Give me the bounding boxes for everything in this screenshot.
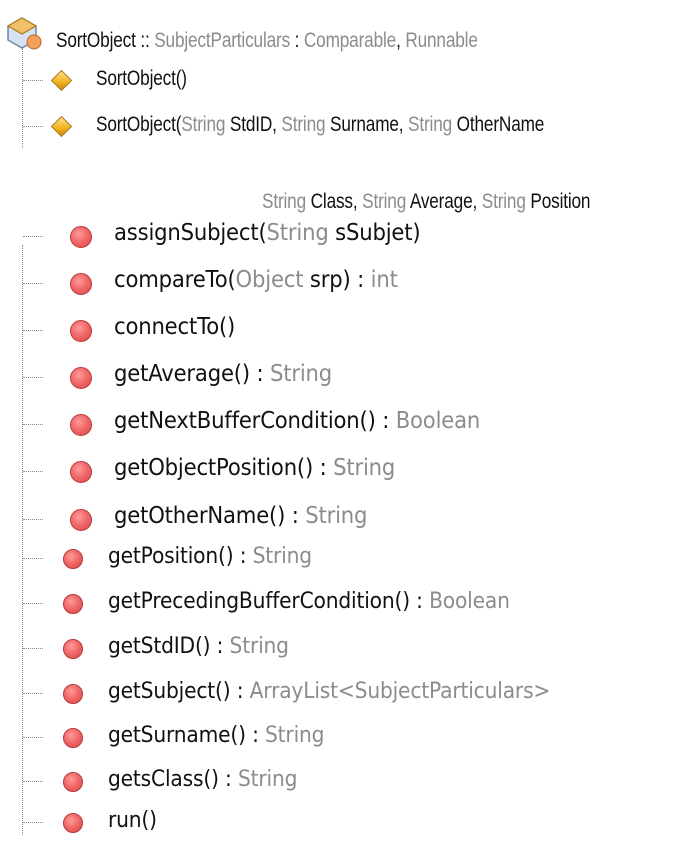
- method-circle-icon: [70, 461, 92, 483]
- tree-connector: [23, 737, 43, 738]
- tree-connector: [23, 283, 43, 284]
- method-signature: getOtherName() : String: [114, 503, 368, 529]
- method-signature: getSurname() : String: [108, 723, 325, 748]
- tree-connector: [23, 693, 43, 694]
- param-name: Average: [409, 190, 473, 213]
- method-circle-icon: [63, 728, 83, 748]
- method-node[interactable]: getSubject() : ArrayList<SubjectParticul…: [0, 673, 700, 713]
- method-node[interactable]: getsClass() : String: [0, 761, 700, 801]
- class-signature: SortObject :: SubjectParticulars : Compa…: [56, 29, 478, 53]
- class-interface: Runnable: [405, 29, 478, 52]
- tree-connector: [23, 377, 43, 378]
- method-signature: getPosition() : String: [108, 544, 312, 569]
- constructor-node[interactable]: SortObject(String StdID, String Surname,…: [0, 106, 700, 146]
- class-node[interactable]: SortObject :: SubjectParticulars : Compa…: [0, 12, 700, 52]
- method-circle-icon: [63, 594, 83, 614]
- method-node[interactable]: connectTo(): [0, 309, 700, 349]
- constructor-diamond-icon: [50, 69, 73, 92]
- class-separator: ::: [135, 29, 155, 52]
- method-circle-icon: [63, 549, 83, 569]
- class-extends: SubjectParticulars: [154, 29, 291, 52]
- method-signature: getObjectPosition() : String: [114, 455, 396, 481]
- method-node[interactable]: getNextBufferCondition() : Boolean: [0, 403, 700, 443]
- tree-connector: [23, 822, 43, 823]
- method-signature: getAverage() : String: [114, 361, 333, 387]
- method-node[interactable]: run(): [0, 802, 700, 842]
- tree-connector: [23, 558, 43, 559]
- class-colon: :: [290, 29, 304, 52]
- param-type: String: [181, 113, 226, 136]
- constructor-signature: SortObject(String StdID, String Surname,…: [96, 113, 545, 136]
- method-signature: getStdID() : String: [108, 634, 289, 659]
- param-name: Position: [530, 190, 591, 213]
- method-node[interactable]: getObjectPosition() : String: [0, 450, 700, 490]
- constructor-node[interactable]: SortObject(): [0, 60, 700, 100]
- method-signature: run(): [108, 808, 157, 833]
- tree-connector: [23, 424, 43, 425]
- method-node[interactable]: getAverage() : String: [0, 356, 700, 396]
- tree-connector: [23, 330, 43, 331]
- param-name: Class: [310, 190, 353, 213]
- method-circle-icon: [63, 684, 83, 704]
- class-interface: Comparable: [303, 29, 397, 52]
- method-signature: getNextBufferCondition() : Boolean: [114, 408, 481, 434]
- tree-connector: [23, 236, 43, 237]
- method-circle-icon: [70, 273, 92, 295]
- method-node[interactable]: getStdID() : String: [0, 628, 700, 668]
- method-signature: getPrecedingBufferCondition() : Boolean: [108, 589, 510, 614]
- param-name: OtherName: [456, 113, 545, 136]
- method-node[interactable]: assignSubject(String sSubjet): [0, 215, 700, 255]
- method-signature: getsClass() : String: [108, 767, 298, 792]
- method-node[interactable]: getPosition() : String: [0, 538, 700, 578]
- class-icon: [6, 17, 42, 50]
- tree-connector: [23, 781, 43, 782]
- constructor-signature: SortObject(): [96, 67, 187, 90]
- constructor-params-continued: String Class, String Average, String Pos…: [262, 190, 591, 213]
- tree-connector: [23, 519, 43, 520]
- param-type: String: [362, 190, 407, 213]
- param-type: String: [281, 113, 326, 136]
- constructor-diamond-icon: [50, 115, 73, 138]
- method-circle-icon: [70, 320, 92, 342]
- tree-connector: [23, 603, 43, 604]
- param-type: String: [481, 190, 526, 213]
- method-circle-icon: [70, 226, 92, 248]
- method-node[interactable]: getOtherName() : String: [0, 498, 700, 538]
- method-circle-icon: [63, 813, 83, 833]
- method-node[interactable]: getSurname() : String: [0, 717, 700, 757]
- method-circle-icon: [63, 772, 83, 792]
- method-signature: connectTo(): [114, 314, 236, 340]
- navigator-tree: SortObject :: SubjectParticulars : Compa…: [0, 0, 700, 842]
- class-name: SortObject: [56, 29, 136, 52]
- tree-connector: [23, 126, 43, 127]
- tree-connector: [23, 648, 43, 649]
- method-circle-icon: [70, 367, 92, 389]
- method-node[interactable]: getPrecedingBufferCondition() : Boolean: [0, 583, 700, 623]
- param-type: String: [408, 113, 453, 136]
- constructor-name: SortObject(: [96, 113, 182, 136]
- param-type: String: [262, 190, 307, 213]
- method-node[interactable]: compareTo(Object srp) : int: [0, 262, 700, 302]
- method-circle-icon: [70, 414, 92, 436]
- class-comma: ,: [396, 29, 406, 52]
- param-name: StdID: [229, 113, 273, 136]
- tree-connector: [23, 80, 43, 81]
- param-name: Surname: [330, 113, 399, 136]
- method-signature: compareTo(Object srp) : int: [114, 267, 398, 293]
- method-circle-icon: [70, 509, 92, 531]
- method-circle-icon: [63, 639, 83, 659]
- method-signature: assignSubject(String sSubjet): [114, 220, 421, 246]
- tree-connector: [23, 471, 43, 472]
- method-signature: getSubject() : ArrayList<SubjectParticul…: [108, 679, 551, 704]
